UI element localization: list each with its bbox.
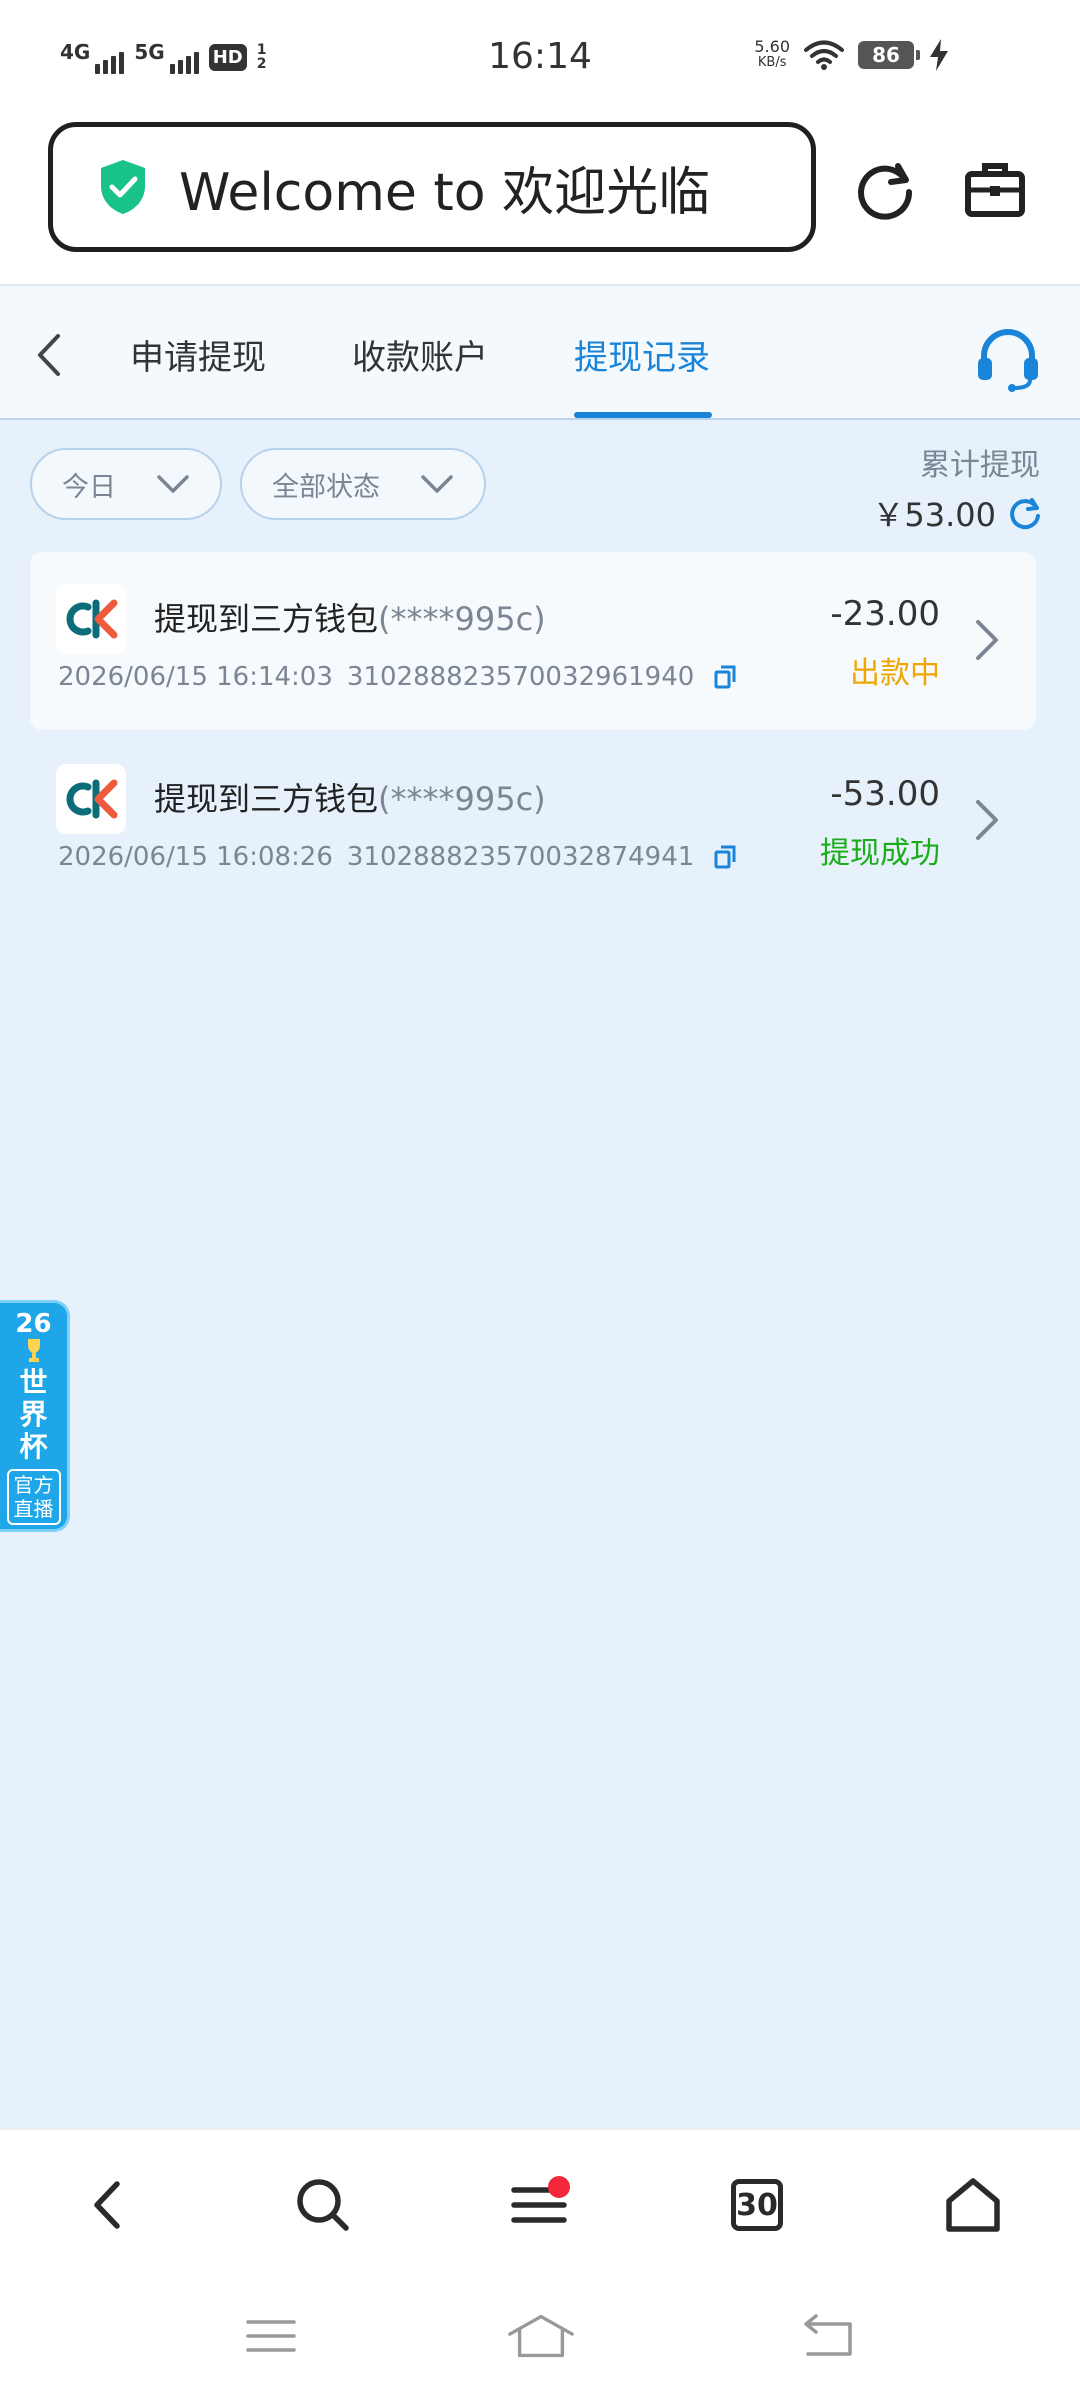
back-icon — [94, 2181, 120, 2229]
record-title: 提现到三方钱包(****995c) — [154, 774, 546, 820]
world-cup-sub-2: 直播 — [13, 1497, 54, 1521]
system-recents-button[interactable] — [236, 2306, 306, 2366]
search-icon — [297, 2179, 349, 2231]
status-filter-dropdown[interactable]: 全部状态 — [240, 448, 486, 520]
reload-button[interactable] — [850, 154, 920, 224]
tabs-count: 30 — [731, 2179, 783, 2231]
home-icon — [946, 2178, 1000, 2232]
world-cup-char-1: 世 — [19, 1366, 48, 1399]
record-amount: -23.00 — [830, 594, 940, 634]
speed-value: 5.60 — [754, 37, 790, 56]
status-filter-label: 全部状态 — [272, 471, 380, 503]
record-amount: -53.00 — [830, 774, 940, 814]
address-text: Welcome to 欢迎光临 — [179, 162, 711, 223]
active-tab-indicator — [574, 412, 712, 418]
record-title: 提现到三方钱包(****995c) — [154, 594, 546, 640]
customer-service-icon[interactable] — [974, 326, 1042, 394]
toolbox-button[interactable] — [960, 154, 1030, 224]
record-status: 出款中 — [850, 656, 940, 691]
chevron-right-icon[interactable] — [974, 618, 1002, 662]
system-home-button[interactable] — [506, 2306, 576, 2366]
record-datetime: 2026/06/15 16:08:26 — [58, 842, 333, 872]
trophy-icon — [27, 1339, 40, 1362]
date-filter-label: 今日 — [62, 471, 116, 503]
world-cup-char-3: 杯 — [19, 1430, 48, 1463]
total-withdraw: ￥53.00 — [872, 490, 1042, 536]
filter-row: 今日 全部状态 — [30, 448, 486, 520]
tab-withdraw-records[interactable]: 提现记录 — [574, 330, 710, 379]
world-cup-char-2: 界 — [19, 1398, 48, 1431]
record-title-text: 提现到三方钱包 — [154, 600, 379, 638]
network-speed: 5.60 KB/s — [754, 39, 790, 71]
withdraw-record[interactable]: 提现到三方钱包(****995c) 2026/06/15 16:14:03 31… — [30, 552, 1036, 730]
total-withdraw-amount: ￥53.00 — [872, 496, 996, 534]
nav-menu-button[interactable] — [504, 2170, 574, 2240]
toolbox-icon — [965, 163, 1025, 217]
withdraw-record[interactable]: 提现到三方钱包(****995c) 2026/06/15 16:08:26 31… — [30, 732, 1036, 910]
world-cup-live-badge[interactable]: 26 世 界 杯 官方 直播 — [0, 1300, 70, 1532]
record-order-no: 310288823570032961940 — [346, 662, 695, 692]
record-datetime: 2026/06/15 16:14:03 — [58, 662, 333, 692]
record-order-no: 310288823570032874941 — [346, 842, 695, 872]
ck-logo-icon — [66, 599, 118, 639]
battery-icon: 86 — [858, 41, 920, 69]
tab-apply-withdraw[interactable]: 申请提现 — [130, 330, 266, 379]
chevron-down-icon — [157, 475, 189, 493]
browser-bottom-nav: 30 — [0, 2128, 1080, 2278]
withdraw-tabs: 申请提现 收款账户 提现记录 — [0, 284, 1080, 420]
nav-search-button[interactable] — [288, 2170, 358, 2240]
record-title-text: 提现到三方钱包 — [154, 780, 379, 818]
system-back-button[interactable] — [792, 2306, 862, 2366]
nav-back-button[interactable] — [72, 2170, 142, 2240]
copy-icon[interactable] — [714, 665, 736, 689]
system-back-icon — [804, 2314, 852, 2356]
browser-toolbar: Welcome to 欢迎光临 — [0, 112, 1080, 284]
ck-logo-icon — [66, 779, 118, 819]
speed-unit: KB/s — [757, 55, 787, 70]
world-cup-sub: 官方 直播 — [6, 1469, 61, 1525]
world-cup-year: 26 — [15, 1309, 52, 1339]
record-meta: 2026/06/15 16:14:03 31028882357003296194… — [58, 662, 736, 692]
recents-icon — [246, 2320, 296, 2352]
chevron-down-icon — [421, 475, 453, 493]
notification-dot — [548, 2176, 570, 2198]
record-account: (****995c) — [378, 780, 546, 818]
wallet-logo — [56, 584, 126, 654]
refresh-icon[interactable] — [1008, 496, 1042, 530]
charging-icon — [930, 39, 948, 71]
reload-icon — [858, 163, 913, 220]
nav-home-button[interactable] — [938, 2170, 1008, 2240]
record-meta: 2026/06/15 16:08:26 31028882357003287494… — [58, 842, 736, 872]
shield-check-icon — [101, 160, 145, 214]
wallet-logo — [56, 764, 126, 834]
date-filter-dropdown[interactable]: 今日 — [30, 448, 222, 520]
back-chevron-icon[interactable] — [28, 330, 68, 380]
address-bar[interactable]: Welcome to 欢迎光临 — [48, 122, 816, 252]
record-status: 提现成功 — [820, 836, 940, 871]
system-home-icon — [508, 2314, 574, 2358]
record-account: (****995c) — [378, 600, 546, 638]
tab-receiving-account[interactable]: 收款账户 — [352, 330, 488, 379]
system-nav-bar — [0, 2278, 1080, 2400]
nav-tabs-button[interactable]: 30 — [722, 2170, 792, 2240]
total-withdraw-label: 累计提现 — [920, 448, 1040, 483]
status-bar: 4G 5G HD 1 2 16:14 5.60 KB/s 86 — [0, 0, 1080, 112]
wifi-icon — [804, 40, 844, 70]
copy-icon[interactable] — [714, 845, 736, 869]
status-right: 5.60 KB/s 86 — [754, 38, 950, 72]
world-cup-sub-1: 官方 — [13, 1473, 54, 1497]
chevron-right-icon[interactable] — [974, 798, 1002, 842]
